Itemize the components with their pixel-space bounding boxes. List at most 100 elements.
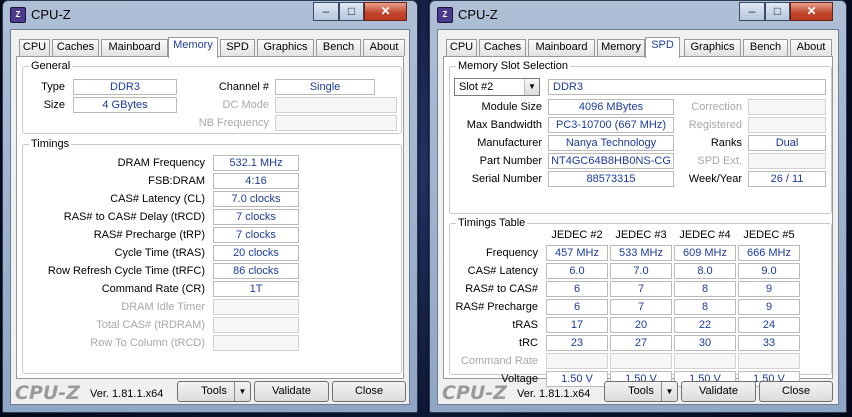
timings-row-label: Command Rate xyxy=(460,355,538,367)
timing-value: 7.0 clocks xyxy=(213,191,299,207)
timings-cell xyxy=(610,353,672,369)
manufacturer-label: Manufacturer xyxy=(477,137,542,149)
tab-graphics[interactable]: Graphics xyxy=(257,39,314,56)
timings-cell: 30 xyxy=(674,335,736,351)
type-value: DDR3 xyxy=(73,79,177,95)
timing-label: DRAM Frequency xyxy=(117,157,205,169)
max-bandwidth-value: PC3-10700 (667 MHz) xyxy=(548,117,674,133)
timings-cell: 8 xyxy=(674,299,736,315)
chevron-down-icon[interactable]: ▼ xyxy=(524,79,539,95)
slot-select[interactable]: Slot #2 ▼ xyxy=(454,78,540,96)
close-button[interactable]: Close xyxy=(759,381,833,402)
timings-row-label: RAS# Precharge xyxy=(455,301,538,313)
timings-cell: 6 xyxy=(546,281,608,297)
timings-cell xyxy=(738,353,800,369)
tab-cpu[interactable]: CPU xyxy=(446,39,477,56)
close-window-button[interactable]: ✕ xyxy=(364,2,407,21)
tab-cpu[interactable]: CPU xyxy=(19,39,50,56)
timings-column-header: JEDEC #3 xyxy=(615,229,667,241)
title-bar[interactable]: Z CPU-Z – □ ✕ xyxy=(3,1,417,29)
timings-row-label: CAS# Latency xyxy=(467,265,538,277)
tab-memory[interactable]: Memory xyxy=(597,39,645,56)
timings-column-header: JEDEC #5 xyxy=(743,229,795,241)
timings-cell: 24 xyxy=(738,317,800,333)
timing-label: DRAM Idle Timer xyxy=(121,301,205,313)
module-size-label: Module Size xyxy=(481,101,542,113)
timings-cell: 666 MHz xyxy=(738,245,800,261)
tools-button[interactable]: Tools ▼ xyxy=(177,381,251,402)
cpuz-app-icon: Z xyxy=(10,7,26,23)
cpuz-brand-logo: CPU-Z xyxy=(442,382,507,404)
nb-frequency-label: NB Frequency xyxy=(198,117,269,129)
timings-cell: 27 xyxy=(610,335,672,351)
registered-label: Registered xyxy=(688,119,742,131)
timing-value: 20 clocks xyxy=(213,245,299,261)
correction-value xyxy=(748,99,826,115)
timing-label: Row Refresh Cycle Time (tRFC) xyxy=(47,265,205,277)
tab-caches[interactable]: Caches xyxy=(52,39,99,56)
timings-group: Timings DRAM Frequency 532.1 MHz FSB:DRAM 4… xyxy=(22,138,402,374)
chevron-down-icon[interactable]: ▼ xyxy=(661,382,677,401)
timings-cell xyxy=(546,353,608,369)
timings-cell: 8.0 xyxy=(674,263,736,279)
tools-button-label: Tools xyxy=(201,385,227,397)
chevron-down-icon[interactable]: ▼ xyxy=(234,382,250,401)
tab-spd[interactable]: SPD xyxy=(645,37,680,58)
timing-value: 1T xyxy=(213,281,299,297)
week-year-label: Week/Year xyxy=(688,173,742,185)
window-client: CPU Caches Mainboard Memory SPD Graphics… xyxy=(437,29,839,405)
tab-about[interactable]: About xyxy=(790,39,832,56)
timings-cell: 9 xyxy=(738,281,800,297)
slot-select-value: Slot #2 xyxy=(459,81,494,93)
timings-cell: 9.0 xyxy=(738,263,800,279)
tab-mainboard[interactable]: Mainboard xyxy=(528,39,595,56)
version-text: Ver. 1.81.1.x64 xyxy=(90,388,164,400)
tab-spd[interactable]: SPD xyxy=(220,39,255,56)
timing-value xyxy=(213,335,299,351)
close-window-button[interactable]: ✕ xyxy=(790,2,833,21)
maximize-button[interactable]: □ xyxy=(339,2,364,21)
memory-page: General Type DDR3 Size 4 GBytes Channel … xyxy=(16,56,404,379)
tab-bench[interactable]: Bench xyxy=(316,39,361,56)
version-text: Ver. 1.81.1.x64 xyxy=(517,388,591,400)
timings-table-group: Timings Table JEDEC #2 JEDEC #3 JEDEC #4 JE… xyxy=(449,217,832,387)
timing-label: Row To Column (tRCD) xyxy=(90,337,205,349)
validate-button[interactable]: Validate xyxy=(681,381,756,402)
part-number-label: Part Number xyxy=(479,155,542,167)
spd-ext-value xyxy=(748,153,826,169)
memory-type-value: DDR3 xyxy=(548,79,826,95)
tools-button[interactable]: Tools ▼ xyxy=(604,381,678,402)
timing-value: 7 clocks xyxy=(213,209,299,225)
title-bar[interactable]: Z CPU-Z – □ ✕ xyxy=(430,1,846,29)
timings-cell: 6.0 xyxy=(546,263,608,279)
timings-row-label: tRC xyxy=(519,337,538,349)
tab-bench[interactable]: Bench xyxy=(743,39,788,56)
general-group: General Type DDR3 Size 4 GBytes Channel … xyxy=(22,60,402,134)
timings-column-header: JEDEC #4 xyxy=(679,229,731,241)
maximize-button[interactable]: □ xyxy=(765,2,790,21)
timings-table-group-label: Timings Table xyxy=(456,217,528,229)
timing-value: 532.1 MHz xyxy=(213,155,299,171)
tab-caches[interactable]: Caches xyxy=(479,39,526,56)
max-bandwidth-label: Max Bandwidth xyxy=(466,119,542,131)
timings-cell: 457 MHz xyxy=(546,245,608,261)
minimize-button[interactable]: – xyxy=(739,2,765,21)
timing-label: FSB:DRAM xyxy=(148,175,205,187)
spd-page: Memory Slot Selection Slot #2 ▼ DDR3 Mod… xyxy=(443,56,833,387)
nb-frequency-value xyxy=(275,115,397,131)
timing-label: Command Rate (CR) xyxy=(101,283,205,295)
close-button[interactable]: Close xyxy=(332,381,406,402)
week-year-value: 26 / 11 xyxy=(748,171,826,187)
tab-mainboard[interactable]: Mainboard xyxy=(101,39,168,56)
footer-bar: CPU-Z Ver. 1.81.1.x64 Tools ▼ Validate C… xyxy=(11,379,409,406)
ranks-label: Ranks xyxy=(710,137,742,149)
minimize-button[interactable]: – xyxy=(313,2,339,21)
timings-cell: 6 xyxy=(546,299,608,315)
tab-graphics[interactable]: Graphics xyxy=(684,39,741,56)
tab-about[interactable]: About xyxy=(363,39,405,56)
timings-cell: 7 xyxy=(610,299,672,315)
spd-ext-label: SPD Ext. xyxy=(697,155,742,167)
validate-button[interactable]: Validate xyxy=(254,381,329,402)
dc-mode-value xyxy=(275,97,397,113)
tab-memory[interactable]: Memory xyxy=(168,37,218,58)
